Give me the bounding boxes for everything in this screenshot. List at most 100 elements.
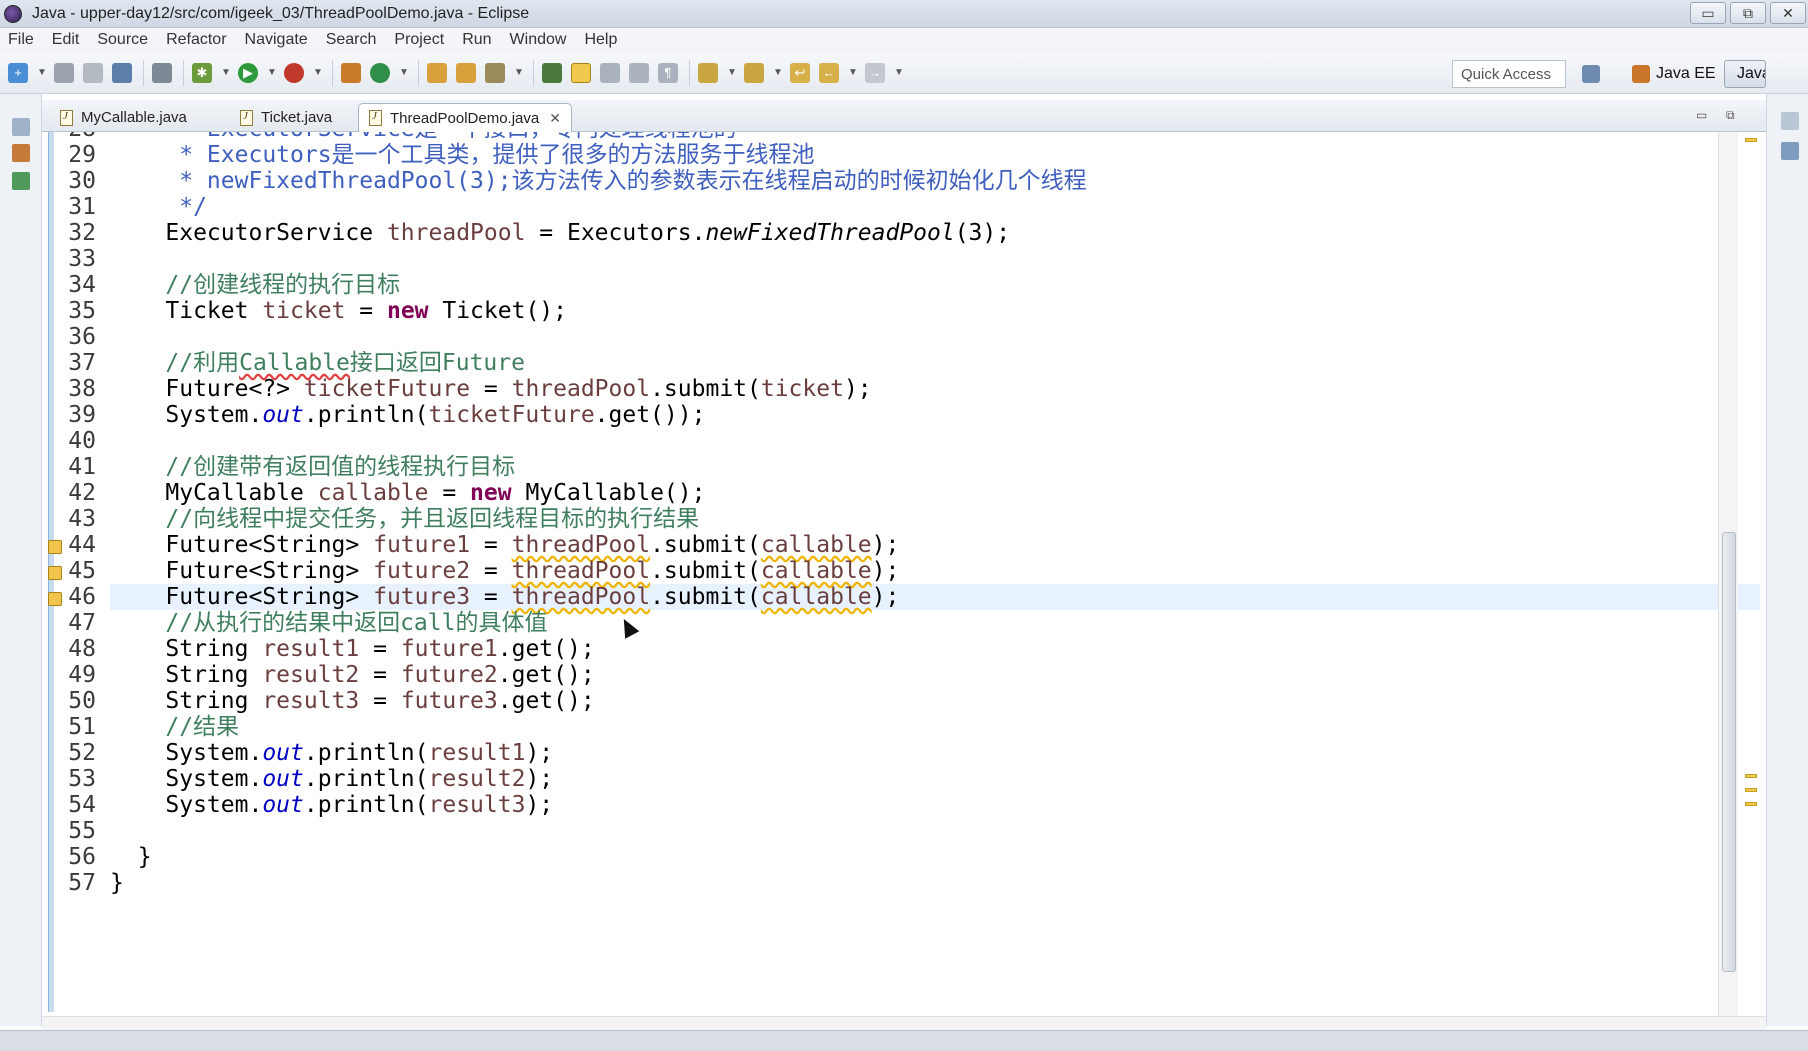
skip-breakpoints-icon[interactable]	[152, 62, 172, 83]
code-line[interactable]: 36	[42, 324, 1692, 350]
chevron-down-icon[interactable]: ▼	[727, 67, 737, 78]
debug-icon[interactable]: ✱	[192, 62, 212, 83]
menu-refactor[interactable]: Refactor	[166, 31, 226, 49]
maximize-icon[interactable]: ⧉	[1726, 108, 1735, 123]
scrollbar-thumb[interactable]	[1722, 532, 1736, 972]
chevron-down-icon[interactable]: ▼	[399, 67, 409, 78]
forward-icon[interactable]: →	[865, 62, 885, 83]
run-icon[interactable]: ▶	[238, 62, 258, 83]
code-line[interactable]: 38 Future<?> ticketFuture = threadPool.s…	[42, 376, 1692, 402]
restore-view-icon[interactable]	[1781, 112, 1799, 130]
word-wrap-icon[interactable]	[600, 62, 620, 83]
code-line[interactable]: 28 * ExecutorService是一个接口，专门处理线程池的	[42, 132, 1692, 142]
code-line[interactable]: 31 */	[42, 194, 1692, 220]
code-line[interactable]: 44 Future<String> future1 = threadPool.s…	[42, 532, 1692, 558]
vertical-scrollbar[interactable]	[1718, 132, 1738, 1016]
code-line[interactable]: 37 //利用Callable接口返回Future	[42, 350, 1692, 376]
open-type-icon[interactable]	[427, 62, 447, 83]
external-tools-icon[interactable]	[284, 62, 304, 83]
menu-run[interactable]: Run	[462, 31, 491, 49]
code-line[interactable]: 46 Future<String> future3 = threadPool.s…	[42, 584, 1692, 610]
menu-edit[interactable]: Edit	[52, 31, 80, 49]
next-annotation-icon[interactable]	[698, 62, 718, 83]
code-line[interactable]: 54 System.out.println(result3);	[42, 792, 1692, 818]
code-line[interactable]: 47 //从执行的结果中返回call的具体值	[42, 610, 1692, 636]
perspective-java-ee[interactable]: Java EE	[1626, 60, 1722, 88]
menu-help[interactable]: Help	[584, 31, 617, 49]
tab-threadpooldemo[interactable]: ThreadPoolDemo.java ✕	[358, 103, 572, 132]
minimize-button[interactable]: ▭	[1690, 2, 1726, 24]
code-line[interactable]: 35 Ticket ticket = new Ticket();	[42, 298, 1692, 324]
warning-marker[interactable]	[1745, 138, 1757, 142]
code-line[interactable]: 57}	[42, 870, 1692, 896]
save-all-icon[interactable]	[83, 62, 103, 83]
restore-view-icon[interactable]	[12, 118, 30, 136]
search-icon[interactable]	[485, 62, 505, 83]
code-line[interactable]: 43 //向线程中提交任务，并且返回线程目标的执行结果	[42, 506, 1692, 532]
save-icon[interactable]	[54, 62, 74, 83]
new-icon[interactable]: +	[8, 62, 28, 83]
code-line[interactable]: 39 System.out.println(ticketFuture.get()…	[42, 402, 1692, 428]
chevron-down-icon[interactable]: ▼	[313, 67, 323, 78]
menu-project[interactable]: Project	[394, 31, 444, 49]
code-line[interactable]: 49 String result2 = future2.get();	[42, 662, 1692, 688]
code-line[interactable]: 34 //创建线程的执行目标	[42, 272, 1692, 298]
last-edit-icon[interactable]: ↩	[790, 62, 810, 83]
code-line[interactable]: 52 System.out.println(result1);	[42, 740, 1692, 766]
chevron-down-icon[interactable]: ▼	[773, 67, 783, 78]
open-perspective-button[interactable]	[1576, 60, 1612, 88]
overview-ruler[interactable]	[1742, 132, 1762, 1016]
tab-mycallable[interactable]: MyCallable.java	[50, 103, 197, 132]
close-icon[interactable]: ✕	[549, 110, 561, 127]
back-icon[interactable]: ←	[819, 62, 839, 83]
warning-marker[interactable]	[1745, 774, 1757, 778]
open-task-icon[interactable]	[456, 62, 476, 83]
code-line[interactable]: 33	[42, 246, 1692, 272]
chevron-down-icon[interactable]: ▼	[37, 67, 47, 78]
code-line[interactable]: 55	[42, 818, 1692, 844]
close-button[interactable]: ✕	[1770, 2, 1806, 24]
hierarchy-icon[interactable]	[12, 172, 30, 190]
code-line[interactable]: 29 * Executors是一个工具类，提供了很多的方法服务于线程池	[42, 142, 1692, 168]
code-line[interactable]: 51 //结果	[42, 714, 1692, 740]
chevron-down-icon[interactable]: ▼	[267, 67, 277, 78]
outline-icon[interactable]	[1781, 142, 1799, 160]
code-line[interactable]: 42 MyCallable callable = new MyCallable(…	[42, 480, 1692, 506]
minimize-icon[interactable]: ▭	[1696, 108, 1707, 122]
menu-navigate[interactable]: Navigate	[245, 31, 308, 49]
mark-occurrences-icon[interactable]	[571, 62, 591, 83]
horizontal-scrollbar[interactable]	[42, 1016, 1766, 1030]
menu-search[interactable]: Search	[326, 31, 377, 49]
code-line[interactable]: 40	[42, 428, 1692, 454]
restore-button[interactable]: ⧉	[1730, 2, 1766, 24]
menu-window[interactable]: Window	[510, 31, 567, 49]
code-line[interactable]: 53 System.out.println(result2);	[42, 766, 1692, 792]
show-whitespace-icon[interactable]: ¶	[658, 62, 678, 83]
code-line[interactable]: 45 Future<String> future2 = threadPool.s…	[42, 558, 1692, 584]
menu-file[interactable]: File	[8, 31, 34, 49]
print-icon[interactable]	[112, 62, 132, 83]
chevron-down-icon[interactable]: ▼	[514, 67, 524, 78]
code-line[interactable]: 56 }	[42, 844, 1692, 870]
previous-annotation-icon[interactable]	[744, 62, 764, 83]
new-java-project-icon[interactable]	[341, 62, 361, 83]
code-line[interactable]: 30 * newFixedThreadPool(3);该方法传入的参数表示在线程…	[42, 168, 1692, 194]
block-selection-icon[interactable]	[629, 62, 649, 83]
new-class-icon[interactable]	[370, 62, 390, 83]
perspective-java[interactable]: Java	[1724, 60, 1766, 88]
code-line[interactable]: 50 String result3 = future3.get();	[42, 688, 1692, 714]
chevron-down-icon[interactable]: ▼	[894, 67, 904, 78]
quick-access-input[interactable]: Quick Access	[1452, 60, 1566, 88]
toggle-annotation-icon[interactable]	[542, 62, 562, 83]
code-line[interactable]: 41 //创建带有返回值的线程执行目标	[42, 454, 1692, 480]
code-line[interactable]: 32 ExecutorService threadPool = Executor…	[42, 220, 1692, 246]
menu-source[interactable]: Source	[97, 31, 148, 49]
code-line[interactable]: 48 String result1 = future1.get();	[42, 636, 1692, 662]
chevron-down-icon[interactable]: ▼	[221, 67, 231, 78]
warning-marker[interactable]	[1745, 802, 1757, 806]
chevron-down-icon[interactable]: ▼	[848, 67, 858, 78]
tab-ticket[interactable]: Ticket.java	[230, 103, 342, 132]
code-editor[interactable]: 28 * ExecutorService是一个接口，专门处理线程池的29 * E…	[42, 132, 1766, 1016]
package-explorer-icon[interactable]	[12, 144, 30, 162]
warning-marker[interactable]	[1745, 788, 1757, 792]
